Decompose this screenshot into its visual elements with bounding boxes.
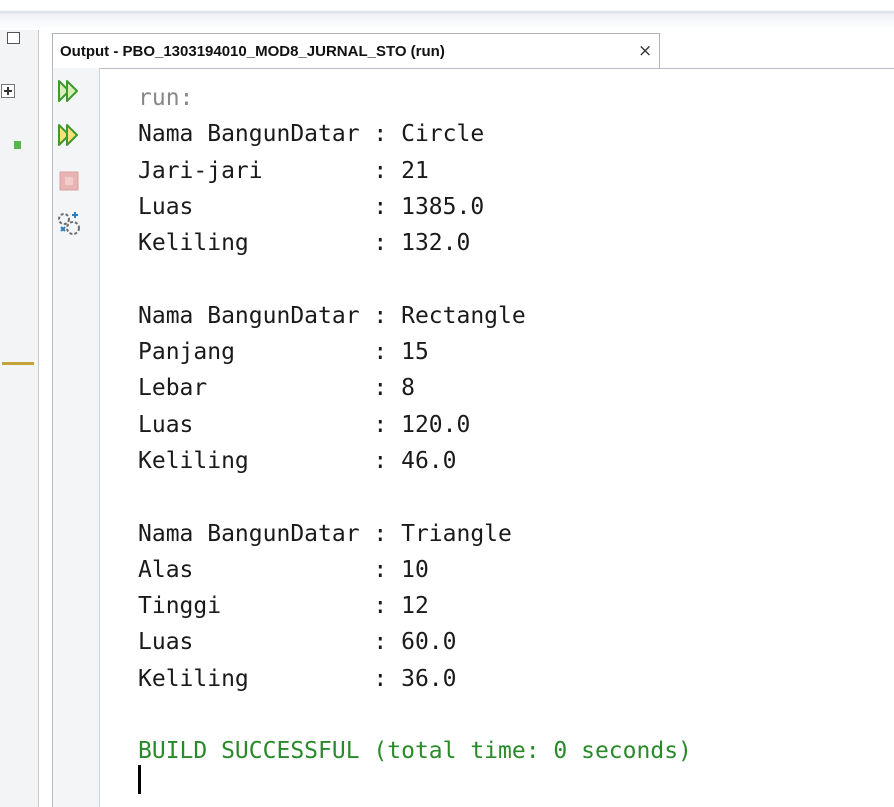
circle-name-line: Nama BangunDatar : Circle [138, 121, 485, 148]
circle-radius-line: Jari-jari : 21 [138, 157, 429, 184]
close-icon[interactable]: × [638, 41, 652, 61]
output-toolbar [52, 68, 100, 807]
triangle-height-line: Tinggi : 12 [138, 593, 429, 620]
build-status: BUILD SUCCESSFUL (total time: 0 seconds) [138, 738, 692, 765]
scroll-marker [2, 362, 34, 365]
output-settings-icon[interactable] [56, 211, 82, 237]
rerun-icon[interactable] [56, 78, 82, 104]
rectangle-width-line: Lebar : 8 [138, 375, 415, 402]
triangle-base-line: Alas : 10 [138, 556, 429, 583]
console-output[interactable]: run: Nama BangunDatar : Circle Jari-jari… [138, 80, 692, 770]
circle-area-line: Luas : 1385.0 [138, 193, 485, 220]
run-label: run: [138, 85, 194, 111]
green-marker [14, 141, 21, 149]
rectangle-length-line: Panjang : 15 [138, 339, 429, 366]
rectangle-perimeter-line: Keliling : 46.0 [138, 447, 457, 474]
circle-perimeter-line: Keliling : 132.0 [138, 230, 471, 257]
tab-output-label: Output - PBO_1303194010_MOD8_JURNAL_STO … [60, 43, 445, 60]
expand-node-icon[interactable] [1, 84, 15, 98]
text-cursor [138, 765, 141, 794]
window-top-border [0, 0, 894, 30]
stop-icon[interactable] [56, 168, 82, 194]
minimize-window-icon[interactable] [7, 32, 20, 44]
triangle-perimeter-line: Keliling : 36.0 [138, 665, 457, 692]
triangle-area-line: Luas : 60.0 [138, 629, 457, 656]
rerun-with-params-icon[interactable] [56, 122, 82, 148]
output-tab-bar: Output - PBO_1303194010_MOD8_JURNAL_STO … [52, 30, 894, 69]
tab-output[interactable]: Output - PBO_1303194010_MOD8_JURNAL_STO … [52, 33, 660, 68]
rectangle-name-line: Nama BangunDatar : Rectangle [138, 302, 526, 329]
rectangle-area-line: Luas : 120.0 [138, 411, 471, 438]
triangle-name-line: Nama BangunDatar : Triangle [138, 520, 512, 547]
